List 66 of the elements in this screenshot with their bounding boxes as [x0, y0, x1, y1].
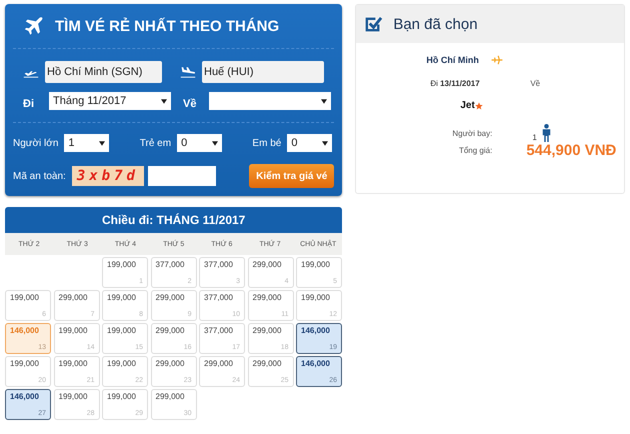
destination-field[interactable]: Huế (HUI) [202, 61, 324, 83]
caret-icon [322, 140, 328, 146]
price: 199,000 [107, 359, 137, 368]
airline-logo: Jet [460, 100, 483, 111]
price: 146,000 [10, 392, 40, 401]
price: 199,000 [107, 326, 137, 335]
price: 199,000 [58, 326, 88, 335]
price: 199,000 [58, 359, 88, 368]
total-price: 544,900 VNĐ [526, 142, 616, 159]
field-label: Trẻ em [140, 138, 172, 148]
calendar-title: Chiều đi: THÁNG 11/2017 [5, 207, 342, 233]
price: 199,000 [58, 392, 88, 401]
price: 299,000 [156, 392, 186, 401]
price: 377,000 [204, 326, 234, 335]
price: 199,000 [10, 293, 40, 302]
price: 299,000 [252, 293, 282, 302]
price: 299,000 [156, 359, 186, 368]
dropdown[interactable]: 0 [177, 134, 222, 152]
price: 299,000 [156, 326, 186, 335]
caret-icon [161, 98, 167, 104]
landing-icon [180, 66, 196, 78]
caret-icon [99, 140, 106, 146]
dropdown[interactable] [209, 92, 331, 110]
caret-icon [321, 98, 327, 104]
departure-date: Đi 13/11/2017 [430, 79, 481, 88]
passengers-label: Người bay: [451, 128, 492, 138]
total-label: Tổng giá: [458, 146, 492, 155]
price: 299,000 [58, 293, 88, 302]
captcha-image: 3xb7d [72, 166, 144, 186]
price: 377,000 [204, 260, 234, 269]
dropdown[interactable]: 1 [64, 134, 110, 152]
dropdown[interactable]: 0 [287, 134, 332, 152]
price: 146,000 [10, 326, 40, 335]
field-label: Về [183, 98, 198, 110]
origin-field[interactable]: Hồ Chí Minh (SGN) [45, 61, 162, 83]
field-label: Mã an toàn: [13, 170, 66, 182]
city-name: Hồ Chí Minh [426, 55, 479, 65]
price: 299,000 [252, 359, 282, 368]
price: 299,000 [252, 326, 282, 335]
price: 377,000 [204, 293, 234, 302]
price: 146,000 [301, 326, 331, 335]
price: 146,000 [301, 359, 331, 368]
field-label: Người lớn [13, 138, 58, 148]
checkbox-icon [364, 14, 384, 34]
price: 299,000 [252, 260, 282, 269]
airplane-icon [490, 55, 503, 65]
caret-icon [212, 140, 218, 146]
price: 299,000 [204, 359, 234, 368]
person-icon [542, 124, 551, 142]
captcha-field[interactable] [148, 166, 216, 186]
dropdown[interactable]: Tháng 11/2017 [49, 92, 171, 110]
price: 199,000 [10, 359, 40, 368]
price: 299,000 [156, 293, 186, 302]
passenger-count: 1 [532, 132, 537, 142]
price: 377,000 [156, 260, 186, 269]
field-label: Đi [23, 98, 35, 110]
panel-title: TÌM VÉ RẺ NHẤT THEO THÁNG [55, 18, 280, 34]
return-label: Về [530, 79, 540, 88]
field-label: Em bé [252, 138, 282, 148]
price: 199,000 [301, 260, 331, 269]
airplane-icon [23, 15, 45, 37]
price: 199,000 [107, 260, 137, 269]
price: 199,000 [107, 293, 137, 302]
price: 199,000 [107, 392, 137, 401]
summary-title: Bạn đã chọn [393, 16, 478, 32]
price: 199,000 [301, 293, 331, 302]
